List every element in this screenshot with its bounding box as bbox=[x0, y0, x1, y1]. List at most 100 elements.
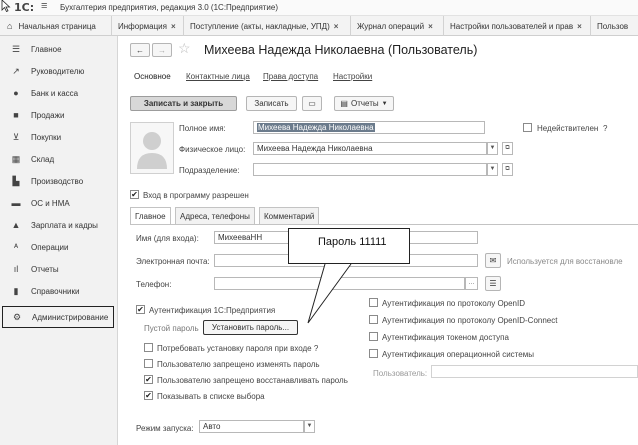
home-icon: ⌂ bbox=[7, 21, 13, 31]
operations-icon: ᴬ bbox=[13, 242, 19, 252]
sidebar-item-production[interactable]: ▙ Производство bbox=[0, 170, 118, 192]
set-password-button[interactable]: Установить пароль... bbox=[203, 320, 298, 335]
menu-icon: ☰ bbox=[11, 43, 21, 54]
nav-settings-link[interactable]: Настройки bbox=[333, 72, 372, 81]
token-auth-label: Аутентификация токеном доступа bbox=[382, 333, 509, 342]
save-button[interactable]: Записать bbox=[246, 96, 297, 111]
nav-contacts-link[interactable]: Контактные лица bbox=[186, 72, 250, 81]
tab-receipt[interactable]: Поступление (акты, накладные, УПД) × bbox=[185, 16, 351, 36]
tab-journal[interactable]: Журнал операций × bbox=[352, 16, 444, 36]
dept-label: Подразделение: bbox=[179, 166, 240, 175]
callout-text: Пароль 11111 bbox=[318, 236, 387, 248]
envelope-icon[interactable]: ✉ bbox=[485, 253, 501, 268]
subtab-addresses[interactable]: Адреса, телефоны bbox=[175, 207, 255, 224]
chart-line-icon: ↗ bbox=[12, 65, 20, 76]
chevron-down-icon[interactable]: ▼ bbox=[487, 142, 498, 155]
subtab-comment[interactable]: Комментарий bbox=[259, 207, 320, 224]
window-tabs: ⌂ Начальная страница Информация × Поступл… bbox=[0, 16, 638, 36]
deny-change-checkbox[interactable] bbox=[144, 359, 153, 368]
sidebar-item-administration[interactable]: ⚙ Администрирование bbox=[2, 306, 114, 328]
launch-mode-label: Режим запуска: bbox=[136, 424, 194, 433]
tab-information[interactable]: Информация × bbox=[113, 16, 184, 36]
phone-label: Телефон: bbox=[136, 280, 172, 289]
openid-checkbox[interactable] bbox=[369, 298, 378, 307]
chevron-down-icon: ▼ bbox=[381, 100, 388, 107]
inactive-checkbox[interactable] bbox=[523, 123, 532, 132]
token-auth-checkbox[interactable] bbox=[369, 332, 378, 341]
sidebar-item-reports[interactable]: ıl Отчеты bbox=[0, 258, 118, 280]
require-change-label: Потребовать установку пароля при входе ? bbox=[157, 344, 319, 353]
tab-user-settings[interactable]: Настройки пользователей и прав × bbox=[445, 16, 591, 36]
sidebar-item-manager[interactable]: ↗ Руководителю bbox=[0, 60, 118, 82]
tab-home[interactable]: ⌂ Начальная страница bbox=[0, 16, 112, 36]
os-user-label: Пользователь: bbox=[373, 369, 428, 378]
bar-chart-icon: ıl bbox=[13, 264, 19, 274]
os-auth-checkbox[interactable] bbox=[369, 349, 378, 358]
sidebar-item-catalogs[interactable]: ▮ Справочники bbox=[0, 280, 118, 302]
save-and-close-button[interactable]: Записать и закрыть bbox=[130, 96, 237, 111]
open-icon[interactable]: ⧉ bbox=[502, 163, 513, 176]
sidebar-item-operations[interactable]: ᴬ Операции bbox=[0, 236, 118, 258]
avatar[interactable] bbox=[130, 122, 174, 174]
book-icon: ▮ bbox=[13, 285, 19, 296]
window-title: Бухгалтерия предприятия, редакция 3.0 (1… bbox=[60, 3, 279, 12]
person-input[interactable]: Михеева Надежда Николаевна bbox=[253, 142, 487, 155]
close-icon[interactable]: × bbox=[577, 22, 582, 31]
lines-icon[interactable]: ☰ bbox=[485, 276, 501, 291]
os-user-input[interactable] bbox=[431, 365, 638, 378]
login-allowed-label: Вход в программу разрешен bbox=[143, 191, 249, 200]
close-icon[interactable]: × bbox=[171, 22, 176, 31]
page-title: Михеева Надежда Николаевна (Пользователь… bbox=[204, 43, 478, 57]
tab-home-label: Начальная страница bbox=[18, 21, 96, 31]
tab-user[interactable]: Пользов bbox=[592, 16, 638, 36]
launch-mode-select[interactable]: Авто bbox=[199, 420, 304, 433]
subtab-divider bbox=[130, 224, 638, 225]
close-icon[interactable]: × bbox=[334, 22, 339, 31]
main-menu-icon[interactable]: ≡ bbox=[41, 0, 47, 12]
callout-pointer bbox=[307, 263, 352, 324]
factory-icon: ▙ bbox=[12, 175, 20, 186]
show-in-list-checkbox[interactable]: ✔ bbox=[144, 391, 153, 400]
forward-button[interactable]: → bbox=[152, 43, 172, 57]
cart-icon: ⊻ bbox=[12, 131, 20, 142]
login-allowed-checkbox[interactable]: ✔ bbox=[130, 190, 139, 199]
chevron-down-icon[interactable]: ▼ bbox=[487, 163, 498, 176]
sidebar-item-bank[interactable]: ● Банк и касса bbox=[0, 82, 118, 104]
more-icon[interactable]: … bbox=[465, 277, 478, 290]
close-icon[interactable]: × bbox=[428, 22, 433, 31]
title-bar: 1С: ≡ Бухгалтерия предприятия, редакция … bbox=[0, 0, 638, 16]
note-icon[interactable]: ▭ bbox=[302, 96, 322, 111]
sidebar-item-purchases[interactable]: ⊻ Покупки bbox=[0, 126, 118, 148]
favorite-star-icon[interactable]: ☆ bbox=[178, 40, 191, 57]
sidebar-item-sales[interactable]: ■ Продажи bbox=[0, 104, 118, 126]
gear-icon: ⚙ bbox=[12, 311, 22, 322]
bag-icon: ■ bbox=[13, 110, 19, 120]
back-button[interactable]: ← bbox=[130, 43, 150, 57]
sidebar-item-main[interactable]: ☰ Главное bbox=[0, 38, 118, 60]
chevron-down-icon[interactable]: ▼ bbox=[304, 420, 315, 433]
auth-1c-checkbox[interactable]: ✔ bbox=[136, 305, 145, 314]
os-auth-label: Аутентификация операционной системы bbox=[382, 350, 534, 359]
mouse-cursor-icon bbox=[1, 0, 11, 12]
dept-input[interactable] bbox=[253, 163, 487, 176]
ruble-icon: ● bbox=[13, 88, 19, 98]
auth-1c-label: Аутентификация 1С:Предприятия bbox=[149, 306, 276, 315]
subtab-main[interactable]: Главное bbox=[130, 207, 171, 225]
email-restore-note: Используется для восстановле bbox=[507, 257, 623, 266]
inactive-label: Недействителен bbox=[537, 124, 599, 133]
sidebar-item-payroll[interactable]: ▲ Зарплата и кадры bbox=[0, 214, 118, 236]
email-label: Электронная почта: bbox=[136, 257, 210, 266]
help-icon[interactable]: ? bbox=[603, 124, 607, 133]
deny-restore-checkbox[interactable]: ✔ bbox=[144, 375, 153, 384]
openid-connect-checkbox[interactable] bbox=[369, 315, 378, 324]
reports-button[interactable]: ▤ Отчеты ▼ bbox=[334, 96, 394, 111]
full-name-input[interactable]: Михеева Надежда Николаевна bbox=[253, 121, 485, 134]
grid-icon: ▦ bbox=[11, 153, 21, 164]
sidebar-item-assets[interactable]: ▬ ОС и НМА bbox=[0, 192, 118, 214]
sidebar-item-warehouse[interactable]: ▦ Склад bbox=[0, 148, 118, 170]
open-icon[interactable]: ⧉ bbox=[502, 142, 513, 155]
empty-password-label: Пустой пароль bbox=[144, 324, 199, 333]
nav-access-link[interactable]: Права доступа bbox=[263, 72, 318, 81]
require-change-checkbox[interactable] bbox=[144, 343, 153, 352]
nav-main[interactable]: Основное bbox=[134, 72, 171, 81]
